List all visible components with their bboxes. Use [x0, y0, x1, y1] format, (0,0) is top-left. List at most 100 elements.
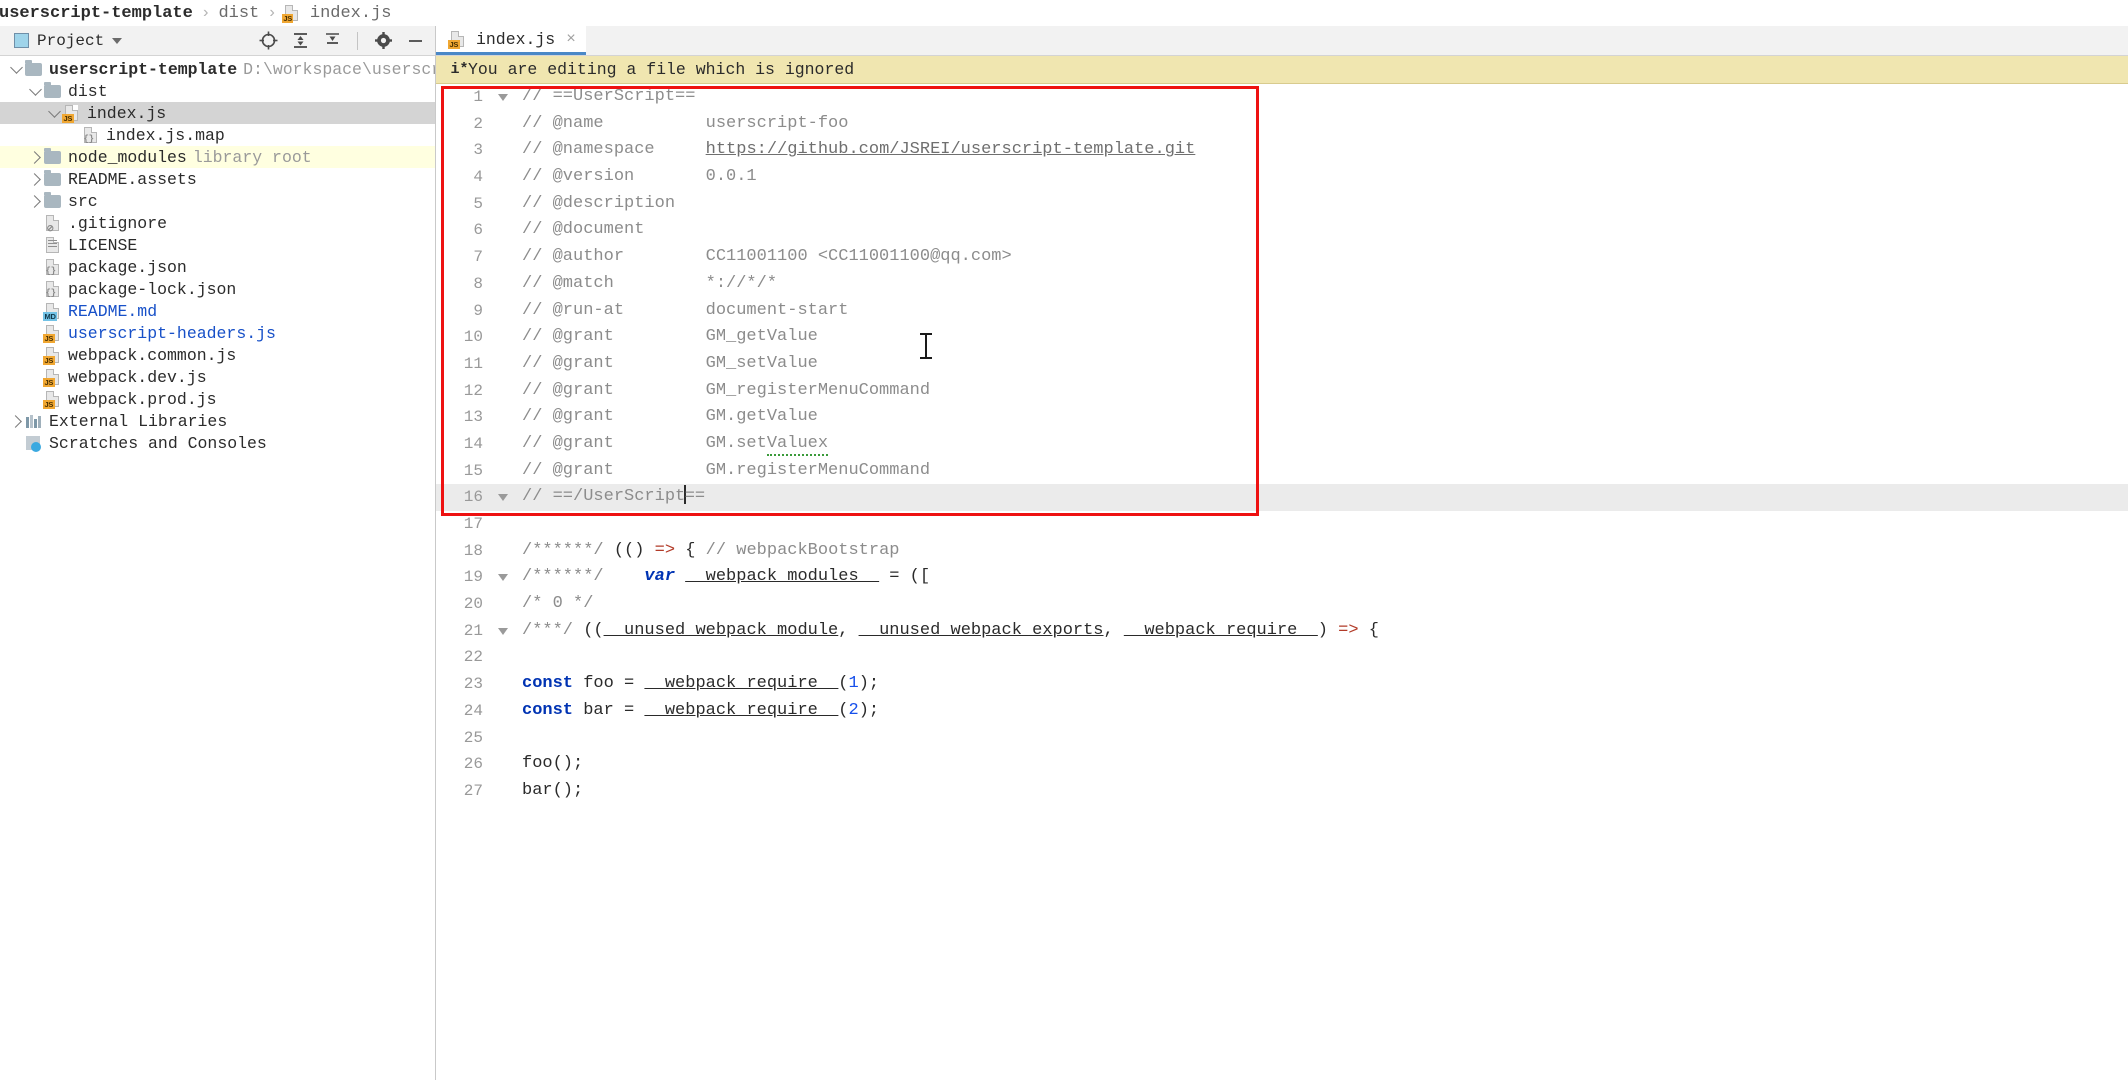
tree-item-webpack-common-js[interactable]: JS webpack.common.js — [0, 344, 435, 366]
code-token: // ==/UserScript — [522, 487, 686, 507]
code-line[interactable]: 17 — [436, 511, 2128, 538]
code-token: ); — [858, 674, 880, 694]
tree-item-readme-assets[interactable]: README.assets — [0, 168, 435, 190]
chevron-down-icon[interactable] — [46, 104, 62, 118]
code-line[interactable]: 26 foo(); — [436, 751, 2128, 778]
fold-toggle-icon[interactable] — [492, 93, 514, 101]
chevron-down-icon[interactable] — [8, 60, 24, 74]
code-text: /* 0 */ — [514, 591, 2128, 618]
tree-item-webpack-prod-js[interactable]: JS webpack.prod.js — [0, 388, 435, 410]
tree-item-webpack-dev-js[interactable]: JS webpack.dev.js — [0, 366, 435, 388]
breadcrumb-item-file[interactable]: JS index.js — [281, 4, 395, 23]
code-line[interactable]: 20 /* 0 */ — [436, 591, 2128, 618]
breadcrumb-item-dist[interactable]: dist — [215, 4, 262, 23]
code-line[interactable]: 27 bar(); — [436, 778, 2128, 805]
code-line[interactable]: 23 const foo = __webpack_require__(1); — [436, 671, 2128, 698]
chevron-down-icon[interactable] — [27, 82, 43, 96]
code-line[interactable]: 4 // @version 0.0.1 — [436, 164, 2128, 191]
settings-gear-icon[interactable] — [371, 29, 395, 53]
code-line[interactable]: 3 // @namespace https://github.com/JSREI/… — [436, 137, 2128, 164]
code-line[interactable]: 14 // @grant GM.setValuex — [436, 431, 2128, 458]
code-text: // @grant GM_registerMenuCommand — [514, 378, 2128, 405]
code-text: // @match *://*/* — [514, 271, 2128, 298]
fold-toggle-icon[interactable] — [492, 627, 514, 635]
code-line[interactable]: 6 // @document — [436, 217, 2128, 244]
tree-item-gitignore[interactable]: ⊘ .gitignore — [0, 212, 435, 234]
tree-item-scratches-and-consoles[interactable]: Scratches and Consoles — [0, 432, 435, 454]
tree-item-label: .gitignore — [68, 213, 168, 233]
project-panel-header: Project — [0, 26, 435, 56]
tree-item-userscript-headers-js[interactable]: JS userscript-headers.js — [0, 322, 435, 344]
project-tree[interactable]: userscript-templateD:\workspace\userscri… — [0, 56, 435, 1080]
editor-vertical-scrollbar[interactable] — [2115, 84, 2128, 1080]
tree-item-readme-md[interactable]: MD README.md — [0, 300, 435, 322]
folder-icon — [43, 192, 63, 210]
code-text: /***/ ((__unused_webpack_module, __unuse… — [514, 618, 2128, 645]
text-ibeam-cursor — [920, 333, 932, 359]
code-token: // @document — [522, 220, 645, 240]
chevron-right-icon[interactable] — [27, 172, 43, 186]
code-text: // @grant GM.getValue — [514, 404, 2128, 431]
tree-item-dist[interactable]: dist — [0, 80, 435, 102]
folder-icon — [43, 170, 63, 188]
code-line[interactable]: 5 // @description — [436, 191, 2128, 218]
code-line[interactable]: 1 // ==UserScript== — [436, 84, 2128, 111]
tree-item-node-modules[interactable]: node_modules library root — [0, 146, 435, 168]
code-line[interactable]: 9 // @run-at document-start — [436, 298, 2128, 325]
tab-index-js[interactable]: JS index.js × — [436, 26, 586, 55]
chevron-down-icon[interactable] — [112, 37, 123, 44]
tree-item-external-libraries[interactable]: External Libraries — [0, 410, 435, 432]
line-number: 11 — [463, 354, 483, 373]
text-file-icon — [43, 236, 63, 254]
external-libraries-icon — [24, 412, 44, 430]
tree-item-index-js-map[interactable]: {} index.js.map — [0, 124, 435, 146]
close-icon[interactable]: × — [566, 30, 576, 48]
tree-item-userscript-template[interactable]: userscript-templateD:\workspace\userscri… — [0, 58, 435, 80]
code-line[interactable]: 15 // @grant GM.registerMenuCommand — [436, 458, 2128, 485]
chevron-right-icon[interactable] — [8, 414, 24, 428]
chevron-right-icon[interactable] — [27, 150, 43, 164]
code-line[interactable]: 18 /******/ (() => { // webpackBootstrap — [436, 538, 2128, 565]
breadcrumb-item-root[interactable]: userscript-template — [0, 4, 196, 23]
expand-all-icon[interactable] — [288, 29, 312, 53]
code-token: = ([ — [879, 567, 931, 587]
code-line[interactable]: 24 const bar = __webpack_require__(2); — [436, 698, 2128, 725]
tree-item-label: Scratches and Consoles — [49, 433, 267, 453]
tree-item-index-js[interactable]: JS index.js — [0, 102, 435, 124]
code-line[interactable]: 7 // @author CC11001100 <CC11001100@qq.co… — [436, 244, 2128, 271]
code-line[interactable]: 19 /******/ var __webpack_modules__ = ([ — [436, 564, 2128, 591]
code-token: /* 0 */ — [522, 594, 594, 614]
tree-item-src[interactable]: src — [0, 190, 435, 212]
tree-item-package-lock-json[interactable]: {} package-lock.json — [0, 278, 435, 300]
code-line[interactable]: 10 // @grant GM_getValue — [436, 324, 2128, 351]
code-line[interactable]: 25 — [436, 725, 2128, 752]
tree-item-license[interactable]: LICENSE — [0, 234, 435, 256]
code-token: /***/ — [522, 620, 584, 640]
tree-item-package-json[interactable]: {} package.json — [0, 256, 435, 278]
code-line[interactable]: 22 — [436, 644, 2128, 671]
fold-toggle-icon[interactable] — [492, 574, 514, 582]
locate-icon[interactable] — [256, 29, 280, 53]
code-line[interactable]: 8 // @match *://*/* — [436, 271, 2128, 298]
code-line[interactable]: 16 // ==/UserScript== — [436, 484, 2128, 511]
code-line[interactable]: 21 /***/ ((__unused_webpack_module, __unu… — [436, 618, 2128, 645]
code-line[interactable]: 11 // @grant GM_setValue — [436, 351, 2128, 378]
code-line[interactable]: 12 // @grant GM_registerMenuCommand — [436, 378, 2128, 405]
code-token: __unused_webpack_module — [603, 620, 839, 640]
code-line[interactable]: 13 // @grant GM.getValue — [436, 404, 2128, 431]
code-text: // @grant GM_getValue — [514, 324, 2128, 351]
tree-item-label: webpack.common.js — [68, 345, 237, 365]
code-token: // @grant GM_registerMenuCommand — [522, 380, 931, 400]
hide-panel-icon[interactable] — [403, 29, 427, 53]
line-number: 23 — [463, 675, 483, 694]
code-line[interactable]: 2 // @name userscript-foo — [436, 111, 2128, 138]
chevron-right-icon[interactable] — [27, 194, 43, 208]
line-number: 1 — [473, 88, 483, 106]
line-number: 12 — [463, 381, 483, 400]
code-editor[interactable]: 1 // ==UserScript== 2 // @name userscript-f… — [436, 84, 2128, 1080]
code-token: // @namespace — [522, 140, 706, 160]
code-text: const foo = __webpack_require__(1); — [514, 671, 2128, 698]
fold-toggle-icon[interactable] — [492, 494, 514, 502]
collapse-all-icon[interactable] — [320, 29, 344, 53]
